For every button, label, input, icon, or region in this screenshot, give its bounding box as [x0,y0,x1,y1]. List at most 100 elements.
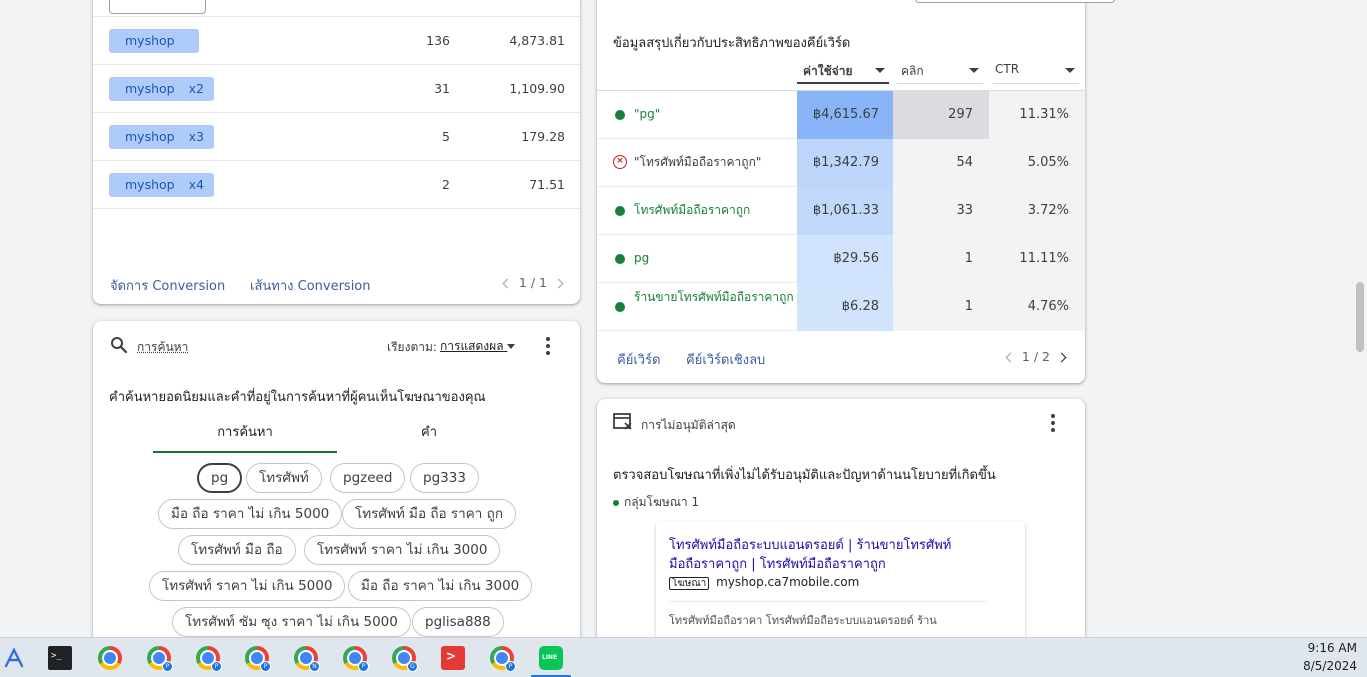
conversion-path-link[interactable]: เส้นทาง Conversion [250,275,371,296]
conversion-pagination: 1 / 1 [502,275,564,290]
ctr-cell: 3.72% [989,187,1085,235]
clicks-cell: 297 [893,91,989,139]
table-row[interactable]: "pg" ฿4,615.67 297 11.31% [597,91,1085,139]
conversion-value: 179.28 [521,129,565,144]
table-row[interactable]: โทรศัพท์มือถือราคาถูก ฿1,061.33 33 3.72% [597,187,1085,235]
tab-searches[interactable]: การค้นหา [153,421,337,442]
clicks-cell: 1 [893,235,989,283]
caret-down-icon [507,344,516,349]
clicks-cell: 33 [893,187,989,235]
ad-disapproved-icon [613,413,632,430]
table-row[interactable]: × "โทรศัพท์มือถือราคาถูก" ฿1,342.79 54 5… [597,139,1085,187]
keyword-performance-card: ข้อมูลสรุปเกี่ยวกับประสิทธิภาพของคีย์เวิ… [597,0,1085,383]
card-title: ข้อมูลสรุปเกี่ยวกับประสิทธิภาพของคีย์เวิ… [613,36,851,51]
chrome-profile-icon[interactable]: P [490,646,516,672]
more-options-icon[interactable] [546,337,550,358]
chevron-right-icon[interactable] [1056,352,1067,363]
card-title: ตรวจสอบโฆษณาที่เพิ่งไม่ได้รับอนุมัติและป… [613,468,996,483]
search-terms-card: การค้นหา เรียงตาม: การแสดงผล คำค้นหายอดน… [93,321,580,651]
chevron-right-icon[interactable] [553,278,564,289]
search-tag[interactable]: โทรศัพท์ มือ ถือ ราคา ถูก [342,499,517,529]
more-options-icon[interactable] [1051,414,1055,435]
chrome-profile-icon[interactable]: P [343,646,369,672]
search-tag[interactable]: โทรศัพท์ ราคา ไม่ เกิน 3000 [304,535,501,565]
cost-cell: ฿1,061.33 [797,187,893,235]
card-header-title[interactable]: การค้นหา [137,338,188,357]
ad-preview[interactable]: โทรศัพท์มือถือระบบแอนดรอยด์ | ร้านขายโทร… [656,522,1025,651]
search-tag[interactable]: pglisa888 [412,607,504,637]
keyword-pagination: 1 / 2 [1005,349,1067,364]
tab-underline [153,451,337,453]
ctr-cell: 11.31% [989,91,1085,139]
table-row[interactable]: ร้านขายโทรศัพท์มือถือราคาถูก ฿6.28 1 4.7… [597,283,1085,331]
search-tag[interactable]: มือ ถือ ราคา ไม่ เกิน 5000 [158,499,343,529]
conversion-value: 71.51 [529,177,565,192]
keyword-text[interactable]: "โทรศัพท์มือถือราคาถูก" [634,153,794,172]
terminal-icon[interactable]: >_ [48,646,72,670]
column-header-clicks[interactable]: คลิก [897,62,983,84]
conversion-chip[interactable]: myshop [109,29,199,53]
search-tag[interactable]: มือ ถือ ราคา ไม่ เกิน 3000 [348,571,533,601]
clock-date[interactable]: 8/5/2024 [1303,659,1357,673]
keyword-text[interactable]: pg [634,249,794,268]
status-eligible-icon [613,499,619,506]
search-tag[interactable]: โทรศัพท์ ซัม ซุง ราคา ไม่ เกิน 5000 [172,607,411,637]
chrome-profile-icon[interactable]: P [196,646,222,672]
disapprovals-card: การไม่อนุมัติล่าสุด ตรวจสอบโฆษณาที่เพิ่ง… [597,399,1085,651]
table-row[interactable]: myshop x3 5 179.28 [93,113,580,161]
chrome-profile-icon[interactable]: N [294,646,320,672]
cost-cell: ฿4,615.67 [797,91,893,139]
search-tag[interactable]: โทรศัพท์ [246,463,322,493]
taskbar: >_ P P P N P G > P LINE 9:16 AM 8/5/2024 [0,637,1367,677]
negative-keywords-link[interactable]: คีย์เวิร์ดเชิงลบ [686,349,765,370]
card-description: คำค้นหายอดนิยมและคำที่อยู่ในการค้นหาที่ผ… [109,390,486,405]
app-store-icon[interactable] [2,646,26,670]
search-tag[interactable]: pgzeed [330,463,406,493]
top-button-fragment[interactable] [915,0,1115,3]
column-header-cost[interactable]: ค่าใช้จ่าย [797,62,889,84]
chevron-left-icon[interactable] [1005,352,1016,363]
chrome-profile-icon[interactable]: P [147,646,173,672]
column-header-ctr[interactable]: CTR [993,62,1079,84]
page-scrollbar[interactable] [1353,0,1367,637]
chevron-left-icon[interactable] [502,278,513,289]
keywords-link[interactable]: คีย์เวิร์ด [617,349,660,370]
ad-group-label[interactable]: กลุ่มโฆษณา 1 [613,493,699,512]
manage-conversion-link[interactable]: จัดการ Conversion [110,275,225,296]
conversion-chip[interactable]: myshop x4 [109,173,214,197]
table-row[interactable]: pg ฿29.56 1 11.11% [597,235,1085,283]
divider [669,601,987,602]
search-tag[interactable]: pg333 [410,463,479,493]
table-row[interactable]: myshop x4 2 71.51 [93,161,580,209]
header-chip-fragment [109,0,206,14]
table-row[interactable]: myshop x2 31 1,109.90 [93,65,580,113]
chrome-profile-icon[interactable]: G [392,646,418,672]
keyword-text[interactable]: โทรศัพท์มือถือราคาถูก [634,201,794,220]
ad-url-line: โฆษณา myshop.ca7mobile.com [669,575,859,591]
keyword-text[interactable]: "pg" [634,105,794,124]
ad-headline[interactable]: โทรศัพท์มือถือระบบแอนดรอยด์ | ร้านขายโทร… [669,536,1014,574]
clicks-cell: 54 [893,139,989,187]
clock-time[interactable]: 9:16 AM [1308,641,1357,655]
sort-caret-icon [1065,68,1075,73]
search-tag[interactable]: pg [197,463,243,493]
cost-cell: ฿1,342.79 [797,139,893,187]
ctr-cell: 5.05% [989,139,1085,187]
status-disapproved-icon: × [613,155,627,169]
chrome-icon[interactable] [98,646,122,670]
conversion-chip[interactable]: myshop x3 [109,125,214,149]
sort-dropdown[interactable]: การแสดงผล [440,337,516,356]
line-app-icon[interactable]: LINE [539,646,563,670]
table-row[interactable]: myshop 136 4,873.81 [93,17,580,65]
scrollbar-thumb[interactable] [1356,282,1364,352]
search-tag[interactable]: โทรศัพท์ มือ ถือ [178,535,296,565]
tab-words[interactable]: คำ [337,421,521,442]
conversion-chip[interactable]: myshop x2 [109,77,214,101]
cost-cell: ฿6.28 [797,283,893,331]
keyword-text[interactable]: ร้านขายโทรศัพท์มือถือราคาถูก [634,288,794,307]
chrome-profile-icon[interactable]: P [245,646,271,672]
conversion-value: 4,873.81 [509,33,565,48]
card-header-title: การไม่อนุมัติล่าสุด [641,418,736,432]
remote-desktop-icon[interactable]: > [441,646,465,670]
search-tag[interactable]: โทรศัพท์ ราคา ไม่ เกิน 5000 [149,571,346,601]
